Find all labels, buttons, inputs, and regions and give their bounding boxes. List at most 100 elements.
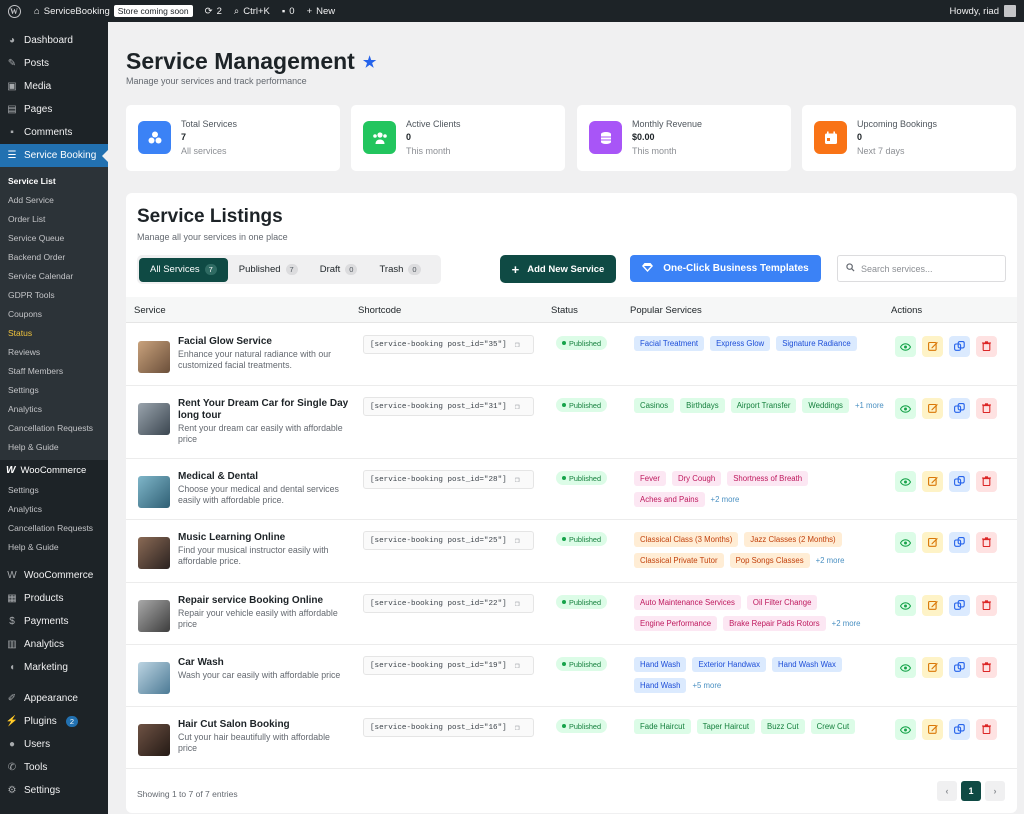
search-input[interactable] — [861, 263, 991, 274]
view-button[interactable] — [895, 336, 916, 357]
delete-button[interactable] — [976, 719, 997, 740]
sidebar-item-plugins[interactable]: ⚡ Plugins 2 — [0, 710, 108, 733]
copy-icon[interactable]: ❐ — [515, 402, 520, 412]
duplicate-button[interactable] — [949, 532, 970, 553]
duplicate-button[interactable] — [949, 719, 970, 740]
copy-icon[interactable]: ❐ — [515, 661, 520, 671]
sidebar-item-posts[interactable]: ✎ Posts — [0, 52, 108, 75]
shortcode-field[interactable]: [service-booking post_id="31"] ❐ — [363, 397, 534, 416]
copy-icon[interactable]: ❐ — [515, 599, 520, 609]
more-tags-link[interactable]: +2 more — [711, 495, 740, 504]
sidebar-item-appearance[interactable]: ✐ Appearance — [0, 687, 108, 710]
updates-link[interactable]: ⟳ 2 — [199, 0, 228, 22]
sidebar-item-comments[interactable]: ▪ Comments — [0, 121, 108, 144]
copy-icon[interactable]: ❐ — [515, 475, 520, 485]
shortcode-field[interactable]: [service-booking post_id="35"] ❐ — [363, 335, 534, 354]
view-button[interactable] — [895, 595, 916, 616]
submenu-item-status[interactable]: Status — [0, 323, 108, 342]
prev-page-button[interactable]: ‹ — [937, 781, 957, 801]
duplicate-button[interactable] — [949, 595, 970, 616]
shortcode-field[interactable]: [service-booking post_id="25"] ❐ — [363, 531, 534, 550]
sidebar-item-settings[interactable]: ⚙ Settings — [0, 779, 108, 802]
account-menu[interactable]: Howdy, riad — [950, 5, 1024, 17]
shortcode-field[interactable]: [service-booking post_id="16"] ❐ — [363, 718, 534, 737]
tab-published[interactable]: Published 7 — [228, 258, 309, 282]
submenu-item-service-queue[interactable]: Service Queue — [0, 228, 108, 247]
duplicate-button[interactable] — [949, 657, 970, 678]
duplicate-button[interactable] — [949, 471, 970, 492]
copy-icon[interactable]: ❐ — [515, 340, 520, 350]
delete-button[interactable] — [976, 398, 997, 419]
store-status-badge[interactable]: Store coming soon — [113, 5, 193, 17]
edit-button[interactable] — [922, 532, 943, 553]
submenu-item-coupons[interactable]: Coupons — [0, 304, 108, 323]
service-name[interactable]: Car Wash — [178, 657, 350, 669]
new-content-link[interactable]: + New — [301, 0, 342, 22]
more-tags-link[interactable]: +1 more — [855, 401, 884, 410]
sidebar-item-media[interactable]: ▣ Media — [0, 75, 108, 98]
sidebar-item-marketing[interactable]: ◖ Marketing — [0, 656, 108, 679]
business-templates-button[interactable]: One-Click Business Templates — [630, 255, 821, 282]
submenu-item-add-service[interactable]: Add Service — [0, 190, 108, 209]
more-tags-link[interactable]: +2 more — [816, 556, 845, 565]
submenu-item-analytics[interactable]: Analytics — [0, 399, 108, 418]
shortcode-field[interactable]: [service-booking post_id="22"] ❐ — [363, 594, 534, 613]
duplicate-button[interactable] — [949, 398, 970, 419]
sidebar-item-users[interactable]: ● Users — [0, 733, 108, 756]
next-page-button[interactable]: › — [985, 781, 1005, 801]
view-button[interactable] — [895, 657, 916, 678]
submenu-item-reviews[interactable]: Reviews — [0, 342, 108, 361]
woo-submenu-item-help-guide[interactable]: Help & Guide — [0, 537, 108, 556]
sidebar-item-payments[interactable]: $ Payments — [0, 610, 108, 633]
service-search[interactable] — [837, 255, 1006, 282]
delete-button[interactable] — [976, 336, 997, 357]
wordpress-logo-icon[interactable]: W — [0, 0, 28, 22]
shortcode-field[interactable]: [service-booking post_id="19"] ❐ — [363, 656, 534, 675]
edit-button[interactable] — [922, 657, 943, 678]
submenu-item-cancellation-requests[interactable]: Cancellation Requests — [0, 418, 108, 437]
submenu-item-settings[interactable]: Settings — [0, 380, 108, 399]
edit-button[interactable] — [922, 336, 943, 357]
delete-button[interactable] — [976, 657, 997, 678]
submenu-item-service-calendar[interactable]: Service Calendar — [0, 266, 108, 285]
shortcode-field[interactable]: [service-booking post_id="28"] ❐ — [363, 470, 534, 489]
view-button[interactable] — [895, 532, 916, 553]
sidebar-item-dashboard[interactable]: ◕ Dashboard — [0, 29, 108, 52]
submenu-item-backend-order[interactable]: Backend Order — [0, 247, 108, 266]
sidebar-item-tools[interactable]: ✆ Tools — [0, 756, 108, 779]
edit-button[interactable] — [922, 595, 943, 616]
edit-button[interactable] — [922, 398, 943, 419]
sidebar-item-woocommerce[interactable]: W WooCommerce — [0, 564, 108, 587]
command-search[interactable]: ⌕ Ctrl+K — [228, 0, 276, 22]
service-name[interactable]: Rent Your Dream Car for Single Day long … — [178, 398, 350, 422]
service-name[interactable]: Hair Cut Salon Booking — [178, 719, 350, 731]
submenu-item-help-guide[interactable]: Help & Guide — [0, 437, 108, 456]
tab-all-services[interactable]: All Services 7 — [139, 257, 228, 282]
comments-link[interactable]: ▪ 0 — [276, 0, 301, 22]
sidebar-item-analytics[interactable]: ▥ Analytics — [0, 633, 108, 656]
duplicate-button[interactable] — [949, 336, 970, 357]
more-tags-link[interactable]: +2 more — [832, 619, 861, 628]
service-name[interactable]: Medical & Dental — [178, 471, 350, 483]
delete-button[interactable] — [976, 532, 997, 553]
service-name[interactable]: Facial Glow Service — [178, 336, 350, 348]
submenu-item-gdpr-tools[interactable]: GDPR Tools — [0, 285, 108, 304]
submenu-item-order-list[interactable]: Order List — [0, 209, 108, 228]
edit-button[interactable] — [922, 471, 943, 492]
woo-submenu-item-analytics[interactable]: Analytics — [0, 499, 108, 518]
tab-trash[interactable]: Trash 0 — [368, 258, 431, 282]
view-button[interactable] — [895, 398, 916, 419]
woo-submenu-item-settings[interactable]: Settings — [0, 480, 108, 499]
sidebar-item-pages[interactable]: ▤ Pages — [0, 98, 108, 121]
delete-button[interactable] — [976, 595, 997, 616]
tab-draft[interactable]: Draft 0 — [309, 258, 369, 282]
edit-button[interactable] — [922, 719, 943, 740]
sidebar-item-service-booking[interactable]: ☰ Service Booking — [0, 144, 108, 167]
submenu-item-staff-members[interactable]: Staff Members — [0, 361, 108, 380]
woo-submenu-item-cancellation-requests[interactable]: Cancellation Requests — [0, 518, 108, 537]
site-name-link[interactable]: ⌂ ServiceBooking Store coming soon — [28, 0, 199, 22]
view-button[interactable] — [895, 471, 916, 492]
add-new-service-button[interactable]: + Add New Service — [500, 255, 616, 283]
more-tags-link[interactable]: +5 more — [692, 681, 721, 690]
sidebar-item-products[interactable]: ▦ Products — [0, 587, 108, 610]
